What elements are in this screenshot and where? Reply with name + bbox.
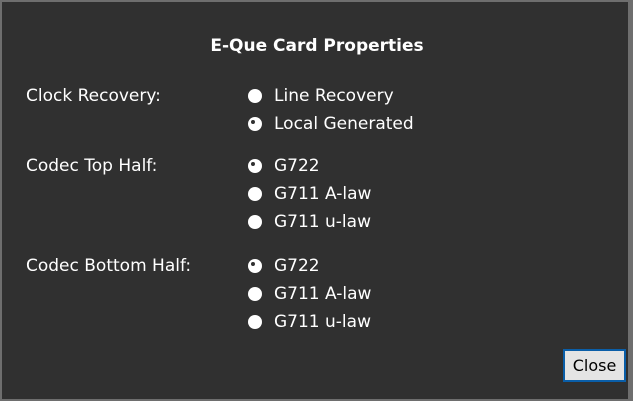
radio-button-icon[interactable]	[248, 315, 262, 329]
dialog-title: E-Que Card Properties	[210, 36, 424, 56]
option-label: G711 A-law	[274, 284, 372, 304]
radio-local-generated[interactable]: Local Generated	[248, 112, 414, 136]
radio-bottom-g711-u-law[interactable]: G711 u-law	[248, 310, 371, 334]
radio-button-icon[interactable]	[248, 89, 262, 103]
radio-button-icon[interactable]	[248, 259, 262, 273]
close-button[interactable]: Close	[563, 349, 626, 382]
radio-button-icon[interactable]	[248, 117, 262, 131]
option-label: G711 A-law	[274, 184, 372, 204]
codec-top-half-label: Codec Top Half:	[26, 156, 158, 176]
option-label: Local Generated	[274, 114, 414, 134]
radio-button-icon[interactable]	[248, 187, 262, 201]
radio-top-g711-u-law[interactable]: G711 u-law	[248, 210, 371, 234]
radio-button-icon[interactable]	[248, 215, 262, 229]
clock-recovery-label: Clock Recovery:	[26, 86, 161, 106]
radio-button-icon[interactable]	[248, 159, 262, 173]
codec-bottom-half-label: Codec Bottom Half:	[26, 256, 192, 276]
option-label: Line Recovery	[274, 86, 394, 106]
radio-bottom-g711-a-law[interactable]: G711 A-law	[248, 282, 371, 306]
properties-dialog: E-Que Card Properties Clock Recovery: Li…	[0, 0, 633, 401]
radio-top-g711-a-law[interactable]: G711 A-law	[248, 182, 371, 206]
option-label: G711 u-law	[274, 212, 371, 232]
radio-top-g722[interactable]: G722	[248, 154, 320, 178]
radio-button-icon[interactable]	[248, 287, 262, 301]
option-label: G722	[274, 256, 320, 276]
radio-line-recovery[interactable]: Line Recovery	[248, 84, 394, 108]
radio-bottom-g722[interactable]: G722	[248, 254, 320, 278]
option-label: G711 u-law	[274, 312, 371, 332]
option-label: G722	[274, 156, 320, 176]
